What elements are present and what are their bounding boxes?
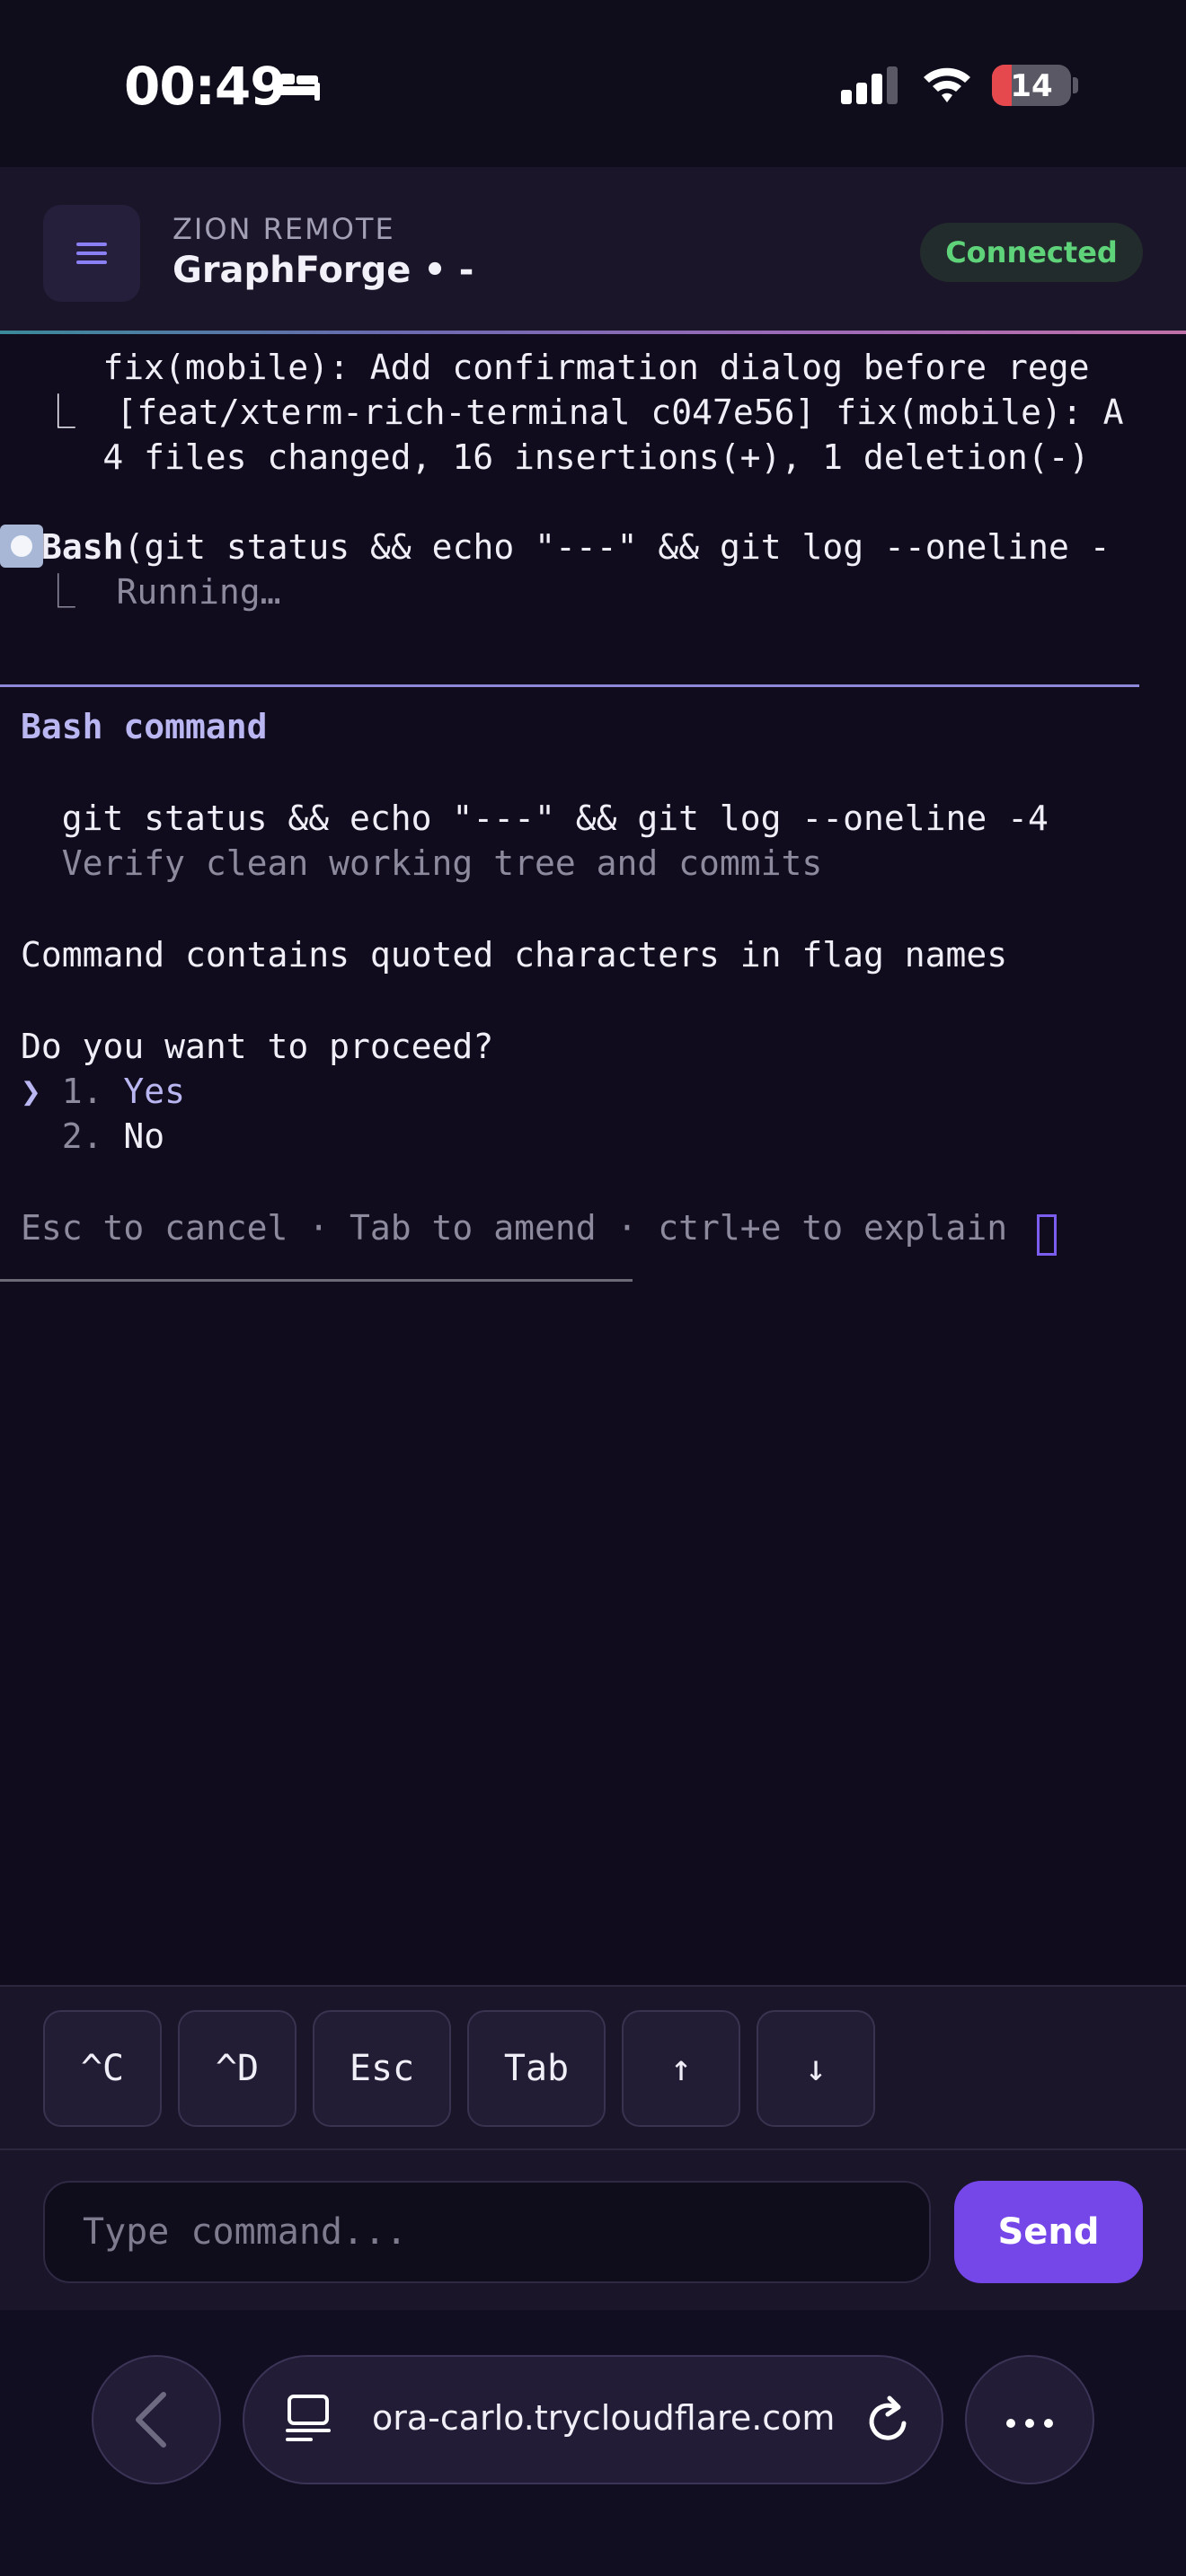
menu-button[interactable] xyxy=(43,205,140,302)
option-number: 1. xyxy=(61,1072,124,1111)
url-text: ora-carlo.trycloudflare.com xyxy=(372,2398,836,2438)
connection-status-badge: Connected xyxy=(920,223,1143,282)
option-label: No xyxy=(123,1116,165,1156)
tab-key[interactable]: Tab xyxy=(467,2010,606,2127)
terminal-cursor xyxy=(1037,1214,1057,1256)
option-yes[interactable]: ❯ 1. Yes xyxy=(21,1069,185,1114)
ctrl-c-key[interactable]: ^C xyxy=(43,2010,162,2127)
tool-status: ⎿ Running… xyxy=(0,572,281,612)
dialog-question: Do you want to proceed? xyxy=(21,1027,494,1066)
dialog-command: git status && echo "---" && git log --on… xyxy=(21,798,1049,838)
signal-icon xyxy=(841,66,898,104)
special-keys-bar: ^C ^D Esc Tab ↑ ↓ xyxy=(0,1985,1186,2150)
tabs-icon xyxy=(286,2395,331,2441)
send-button[interactable]: Send xyxy=(954,2181,1143,2283)
bed-icon xyxy=(273,70,320,101)
address-bar[interactable]: ora-carlo.trycloudflare.com xyxy=(243,2355,943,2484)
tool-call-line: Bash(git status && echo "---" && git log… xyxy=(41,525,1111,569)
menu-icon-bar xyxy=(76,251,107,255)
back-button[interactable] xyxy=(92,2355,221,2484)
browser-toolbar: ora-carlo.trycloudflare.com xyxy=(0,2310,1186,2576)
app-header: ZION REMOTE GraphForge • - Connected xyxy=(0,167,1186,334)
menu-icon-bar xyxy=(76,260,107,264)
terminal-line: fix(mobile): Add confirmation dialog bef… xyxy=(0,348,1090,387)
more-button[interactable] xyxy=(965,2355,1094,2484)
ctrl-d-key[interactable]: ^D xyxy=(178,2010,296,2127)
option-label: Yes xyxy=(123,1072,186,1111)
arrow-up-key[interactable]: ↑ xyxy=(622,2010,740,2127)
wifi-icon xyxy=(924,67,970,102)
status-bar: 00:49 14 xyxy=(0,0,1186,167)
tool-args: (git status && echo "---" && git log --o… xyxy=(123,527,1111,567)
dialog-divider-bottom xyxy=(0,1279,633,1282)
command-input-bar: Send xyxy=(0,2150,1186,2310)
selection-pointer: ❯ xyxy=(21,1072,62,1111)
back-icon xyxy=(136,2392,166,2448)
clock: 00:49 xyxy=(124,56,287,117)
dialog-divider-top xyxy=(0,684,1139,687)
battery-nub xyxy=(1073,77,1078,93)
battery-percent: 14 xyxy=(1010,68,1053,104)
arrow-down-key[interactable]: ↓ xyxy=(757,2010,875,2127)
option-number: 2. xyxy=(21,1116,124,1156)
app-eyebrow: ZION REMOTE xyxy=(173,212,395,246)
esc-key[interactable]: Esc xyxy=(313,2010,451,2127)
session-title: GraphForge • - xyxy=(173,250,474,291)
option-no[interactable]: 2. No xyxy=(21,1114,164,1159)
dialog-warning: Command contains quoted characters in fl… xyxy=(21,935,1008,975)
terminal-line: 4 files changed, 16 insertions(+), 1 del… xyxy=(0,437,1090,477)
tool-name: Bash xyxy=(41,527,124,567)
dialog-title: Bash command xyxy=(21,707,268,746)
dialog-hint: Esc to cancel · Tab to amend · ctrl+e to… xyxy=(21,1208,1008,1248)
battery-indicator: 14 xyxy=(992,65,1071,106)
command-input[interactable] xyxy=(43,2181,931,2283)
menu-icon xyxy=(76,243,107,246)
tool-running-indicator xyxy=(0,525,43,568)
dialog-description: Verify clean working tree and commits xyxy=(21,843,823,883)
reload-icon xyxy=(869,2395,907,2440)
terminal-line: ⎿ [feat/xterm-rich-terminal c047e56] fix… xyxy=(0,393,1124,432)
terminal-output[interactable]: fix(mobile): Add confirmation dialog bef… xyxy=(0,338,1186,1985)
